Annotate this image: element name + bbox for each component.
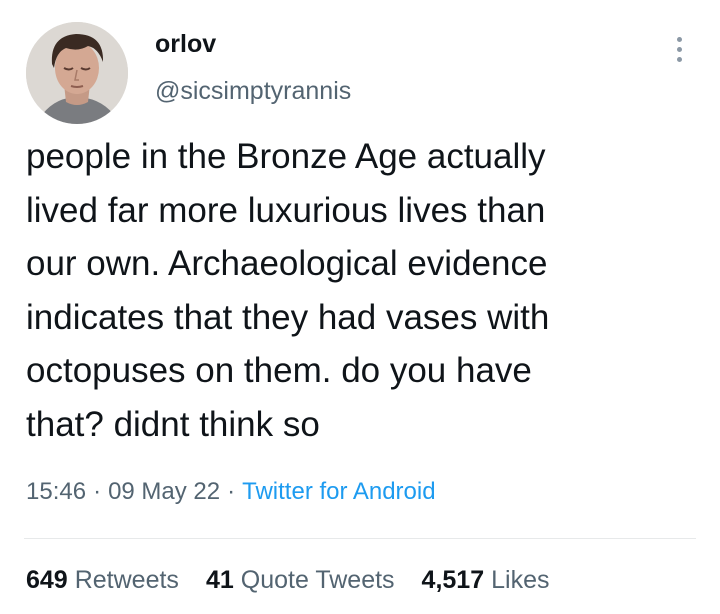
display-name[interactable]: orlov (155, 30, 216, 59)
tweet-source-link[interactable]: Twitter for Android (242, 478, 435, 505)
more-dot (676, 36, 682, 42)
divider (24, 538, 696, 539)
quote-tweets-count: 41 (205, 566, 234, 594)
quote-tweets-label: Quote Tweets (240, 566, 395, 594)
retweets-count: 649 (26, 566, 68, 594)
avatar[interactable] (26, 22, 128, 124)
retweets-stat[interactable]: 649 Retweets (26, 566, 179, 595)
more-vertical-icon[interactable] (664, 24, 694, 74)
profile-photo (26, 22, 128, 124)
tweet-text-line: octopuses on them. do you have (26, 351, 532, 390)
likes-stat[interactable]: 4,517 Likes (422, 566, 550, 595)
more-dot (676, 46, 682, 52)
likes-label: Likes (491, 566, 550, 594)
tweet-time[interactable]: 15:46 (26, 478, 86, 505)
tweet-text-line: indicates that they had vases with (26, 297, 550, 337)
more-dot (676, 56, 682, 62)
quote-tweets-stat[interactable]: 41 Quote Tweets (206, 566, 395, 595)
meta-separator: · (93, 478, 102, 505)
tweet-text-line: people in the Bronze Age actually (26, 137, 546, 176)
tweet-card: orlov @sicsimptyrannis people in the Bro… (0, 0, 720, 614)
tweet-stats: 649 Retweets 41 Quote Tweets 4,517 Likes (26, 566, 549, 595)
tweet-text-line: our own. Archaeological evidence (26, 244, 548, 283)
meta-separator: · (227, 478, 236, 505)
likes-count: 4,517 (421, 566, 485, 594)
tweet-text: people in the Bronze Age actually lived … (26, 130, 706, 451)
tweet-text-line: that? didnt think so (26, 404, 320, 444)
tweet-text-line: lived far more luxurious lives than (26, 190, 546, 230)
retweets-label: Retweets (74, 566, 179, 594)
user-handle[interactable]: @sicsimptyrannis (155, 77, 351, 106)
tweet-meta: 15:46 · 09 May 22 · Twitter for Android (26, 478, 436, 506)
tweet-date[interactable]: 09 May 22 (108, 478, 220, 505)
